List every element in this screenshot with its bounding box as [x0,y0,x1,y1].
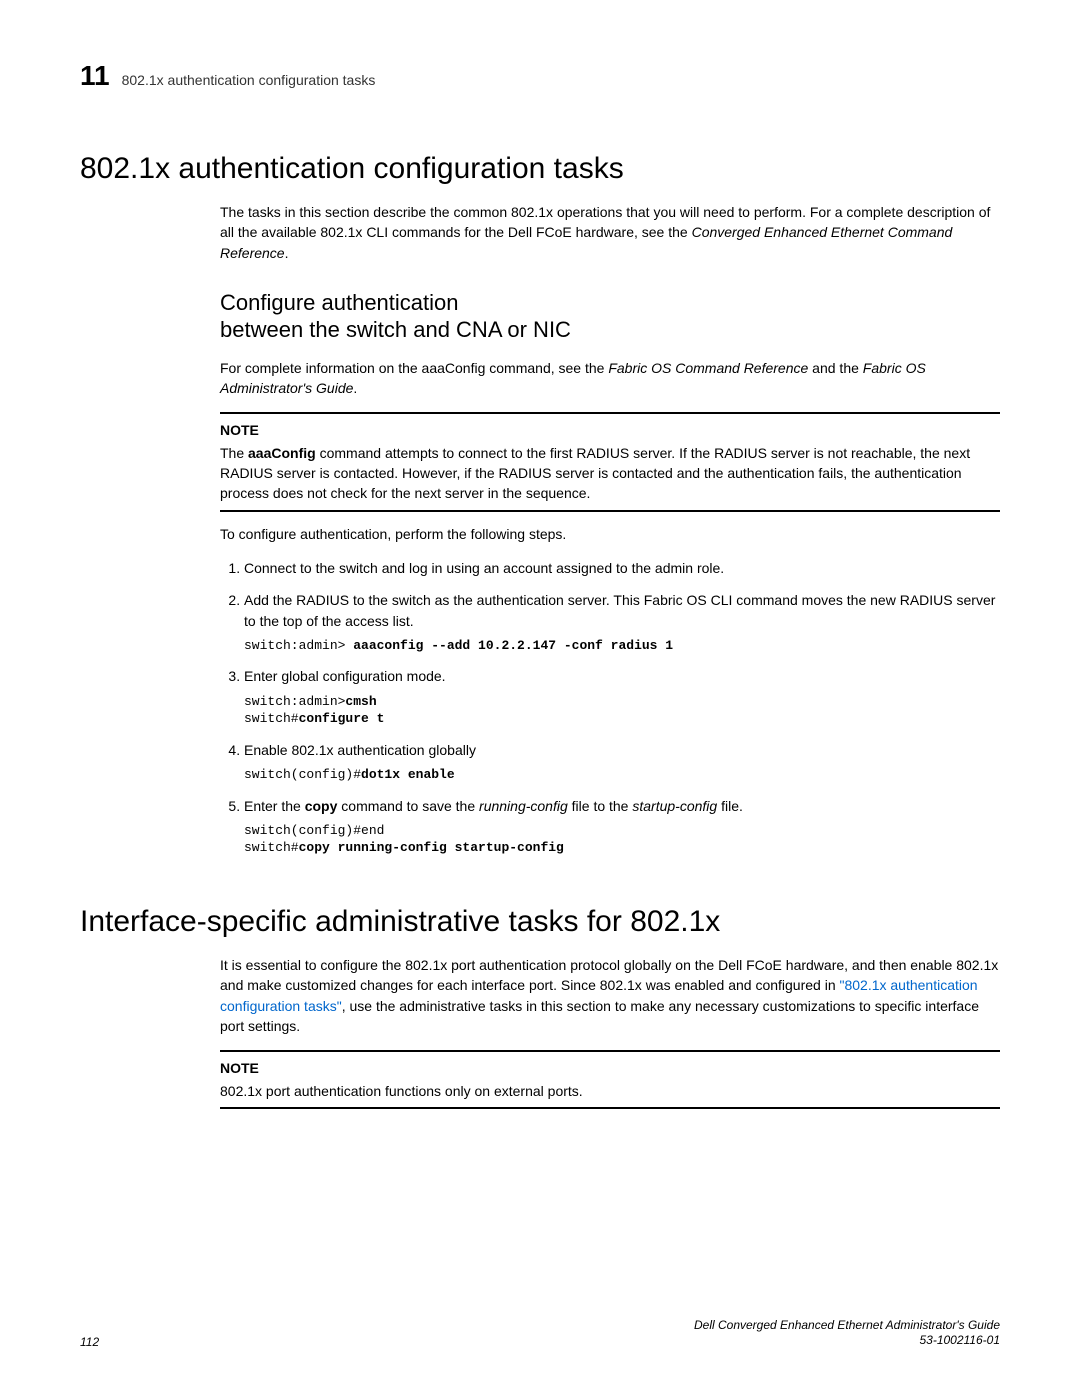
text: . [353,380,357,396]
doc-title: Dell Converged Enhanced Ethernet Adminis… [694,1318,1000,1334]
step-text: Connect to the switch and log in using a… [244,560,724,576]
code-prompt: switch# [244,711,299,726]
code-block: switch:admin> aaaconfig --add 10.2.2.147… [244,637,1000,655]
heading-line1: Configure authentication [220,290,459,315]
text: . [285,245,289,261]
text: command attempts to connect to the first… [220,445,970,502]
chapter-number: 11 [80,60,110,92]
section1-intro: The tasks in this section describe the c… [220,202,1000,263]
note-rule [220,1107,1000,1109]
code-command: aaaconfig --add 10.2.2.147 -conf radius … [353,638,673,653]
step-text: Enter global configuration mode. [244,668,446,684]
code-prompt: switch# [244,840,299,855]
text: command to save the [337,798,479,814]
chapter-title: 802.1x authentication configuration task… [122,72,376,88]
page-footer: 112 Dell Converged Enhanced Ethernet Adm… [80,1318,1000,1349]
page-number: 112 [80,1335,99,1349]
command-name: copy [305,798,338,814]
text: The [220,445,248,461]
code-prompt: switch:admin> [244,694,345,709]
note-label: NOTE [220,420,1000,440]
filename-italic: running-config [479,798,568,814]
step-5: Enter the copy command to save the runni… [244,796,1000,857]
step-1: Connect to the switch and log in using a… [244,558,1000,578]
step-4: Enable 802.1x authentication globally sw… [244,740,1000,784]
steps-lead: To configure authentication, perform the… [220,524,1000,544]
text: For complete information on the aaaConfi… [220,360,608,376]
text: and the [808,360,863,376]
code-command: dot1x enable [361,767,455,782]
doc-number: 53-1002116-01 [694,1333,1000,1349]
code-block: switch:admin>cmsh switch#configure t [244,693,1000,728]
note-rule [220,1050,1000,1052]
note-body: 802.1x port authentication functions onl… [220,1081,1000,1101]
note-label: NOTE [220,1058,1000,1078]
section-heading-auth-tasks: 802.1x authentication configuration task… [80,152,1000,186]
code-prompt: switch:admin> [244,638,353,653]
note-body: The aaaConfig command attempts to connec… [220,443,1000,504]
subsection-para1: For complete information on the aaaConfi… [220,358,1000,399]
section2-para: It is essential to configure the 802.1x … [220,955,1000,1036]
text: file to the [568,798,633,814]
code-command: cmsh [345,694,376,709]
code-command: configure t [299,711,385,726]
running-header: 11 802.1x authentication configuration t… [80,60,1000,92]
step-text: Add the RADIUS to the switch as the auth… [244,592,995,628]
command-name: aaaConfig [248,445,316,461]
heading-line2: between the switch and CNA or NIC [220,317,571,342]
page: 11 802.1x authentication configuration t… [0,0,1080,1397]
note-rule [220,510,1000,512]
code-prompt: switch(config)# [244,767,361,782]
step-3: Enter global configuration mode. switch:… [244,666,1000,727]
code-command: copy running-config startup-config [299,840,564,855]
text: Enter the [244,798,305,814]
code-block: switch(config)#end switch#copy running-c… [244,822,1000,857]
step-text: Enable 802.1x authentication globally [244,742,476,758]
subsection-heading-configure-auth: Configure authentication between the swi… [220,289,1000,344]
step-2: Add the RADIUS to the switch as the auth… [244,590,1000,654]
doc-ref-italic: Fabric OS Command Reference [608,360,808,376]
steps-list: Connect to the switch and log in using a… [220,558,1000,857]
text: file. [717,798,743,814]
code-block: switch(config)#dot1x enable [244,766,1000,784]
code-line: switch(config)#end [244,823,384,838]
section1-body: The tasks in this section describe the c… [220,202,1000,857]
section2-body: It is essential to configure the 802.1x … [220,955,1000,1109]
section-heading-interface-tasks: Interface-specific administrative tasks … [80,905,1000,939]
note-rule [220,412,1000,414]
filename-italic: startup-config [632,798,717,814]
footer-right: Dell Converged Enhanced Ethernet Adminis… [694,1318,1000,1349]
